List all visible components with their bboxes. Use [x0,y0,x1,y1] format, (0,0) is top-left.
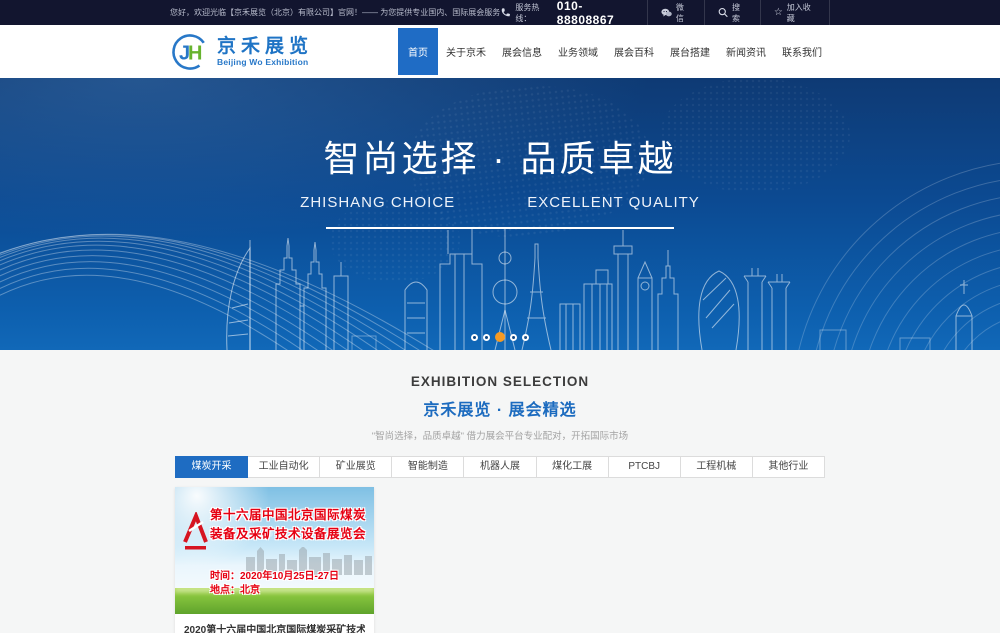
exhibition-poster: 第十六届中国北京国际煤炭 装备及采矿技术设备展览会 时间：2020年10月25日… [175,487,374,614]
carousel-dot-1[interactable] [471,334,478,341]
slogan-en: ZHISHANG CHOICE EXCELLENT QUALITY [0,194,1000,211]
tab-ptcbj[interactable]: PTCBJ [608,456,681,478]
hero-slogan: 智尚选择 · 品质卓越 ZHISHANG CHOICE EXCELLENT QU… [0,130,1000,229]
wechat-label: 微信 [676,2,691,24]
tab-other-industries[interactable]: 其他行业 [752,456,825,478]
carousel-dot-5[interactable] [522,334,529,341]
nav-news[interactable]: 新闻资讯 [718,28,774,75]
topbar: 您好，欢迎光临【京禾展览（北京）有限公司】官网！—— 为您提供专业国内、国际展会… [0,0,1000,25]
search-icon [718,7,728,18]
poster-time: 时间：2020年10月25日-27日 [210,570,339,584]
poster-meta: 时间：2020年10月25日-27日 地点：北京 [210,570,339,598]
slogan-en-right: EXCELLENT QUALITY [527,194,700,211]
search-link[interactable]: 搜索 [704,0,760,25]
poster-title-line2: 装备及采矿技术设备展览会 [210,525,371,544]
poster-title-line1: 第十六届中国北京国际煤炭 [210,506,371,525]
nav-exhibition-wiki[interactable]: 展会百科 [606,28,662,75]
search-label: 搜索 [732,2,747,24]
slogan-underline [326,227,674,229]
wechat-icon [661,8,672,18]
svg-text:H: H [188,42,202,64]
logo[interactable]: J H 京禾展览 Beijing Wo Exhibition [170,32,313,72]
card-info: 2020第十六届中国北京国际煤炭采矿技术设... 展出地点：中国 展出时间：20… [175,614,374,633]
wechat-link[interactable]: 微信 [647,0,704,25]
nav-about[interactable]: 关于京禾 [438,28,494,75]
tab-mining-exhibition[interactable]: 矿业展览 [319,456,392,478]
logo-name-en: Beijing Wo Exhibition [217,57,313,67]
exhibition-card[interactable]: 第十六届中国北京国际煤炭 装备及采矿技术设备展览会 时间：2020年10月25日… [175,487,374,633]
carousel-dot-2[interactable] [483,334,490,341]
section-subtitle: "智尚选择，品质卓越" 借力展会平台专业配对，开拓国际市场 [0,428,1000,442]
section-title-cn: 京禾展览 · 展会精选 [0,396,1000,420]
favorite-link[interactable]: ☆ 加入收藏 [760,0,830,25]
nav-exhibition-info[interactable]: 展会信息 [494,28,550,75]
favorite-label: 加入收藏 [787,2,816,24]
hero-banner: 智尚选择 · 品质卓越 ZHISHANG CHOICE EXCELLENT QU… [0,78,1000,350]
star-icon: ☆ [774,8,783,18]
nav-business-areas[interactable]: 业务领域 [550,28,606,75]
tab-smart-manufacturing[interactable]: 智能制造 [391,456,464,478]
slogan-en-left: ZHISHANG CHOICE [300,194,455,211]
card-title: 2020第十六届中国北京国际煤炭采矿技术设... [184,621,365,633]
site-header: J H 京禾展览 Beijing Wo Exhibition 首页 关于京禾 展… [0,25,1000,78]
logo-name-cn: 京禾展览 [217,37,313,57]
nav-contact[interactable]: 联系我们 [774,28,830,75]
tab-coal-chemical[interactable]: 煤化工展 [536,456,609,478]
tab-industrial-automation[interactable]: 工业自动化 [247,456,320,478]
logo-jh-icon: J H [170,32,210,72]
welcome-text: 您好，欢迎光临【京禾展览（北京）有限公司】官网！—— 为您提供专业国内、国际展会… [170,0,500,25]
carousel-dot-4[interactable] [510,334,517,341]
tab-coal-mining[interactable]: 煤炭开采 [175,456,248,478]
hotline-label: 服务热线： [515,2,552,24]
slogan-cn: 智尚选择 · 品质卓越 [0,130,1000,182]
nav-booth-construction[interactable]: 展台搭建 [662,28,718,75]
exhibition-selection-section: EXHIBITION SELECTION 京禾展览 · 展会精选 "智尚选择，品… [0,350,1000,633]
main-nav: 首页 关于京禾 展会信息 业务领域 展会百科 展台搭建 新闻资讯 联系我们 [398,25,830,78]
category-tabs: 煤炭开采 工业自动化 矿业展览 智能制造 机器人展 煤化工展 PTCBJ 工程机… [175,456,825,478]
hotline-number: 010-88808867 [557,0,635,27]
tab-engineering-machinery[interactable]: 工程机械 [680,456,753,478]
topbar-links: 服务热线： 010-88808867 微信 搜索 [500,0,830,25]
section-title-en: EXHIBITION SELECTION [0,374,1000,389]
exhibition-logo-icon [182,512,209,552]
exhibition-cards: 第十六届中国北京国际煤炭 装备及采矿技术设备展览会 时间：2020年10月25日… [175,487,825,633]
poster-title: 第十六届中国北京国际煤炭 装备及采矿技术设备展览会 [210,506,371,544]
carousel-dots [471,332,529,342]
tab-robot-exhibition[interactable]: 机器人展 [463,456,536,478]
carousel-dot-3[interactable] [495,332,505,342]
poster-place: 地点：北京 [210,584,339,598]
logo-text: 京禾展览 Beijing Wo Exhibition [217,37,313,67]
phone-icon [500,7,511,19]
nav-home[interactable]: 首页 [398,28,438,75]
hotline: 服务热线： 010-88808867 [500,0,647,25]
